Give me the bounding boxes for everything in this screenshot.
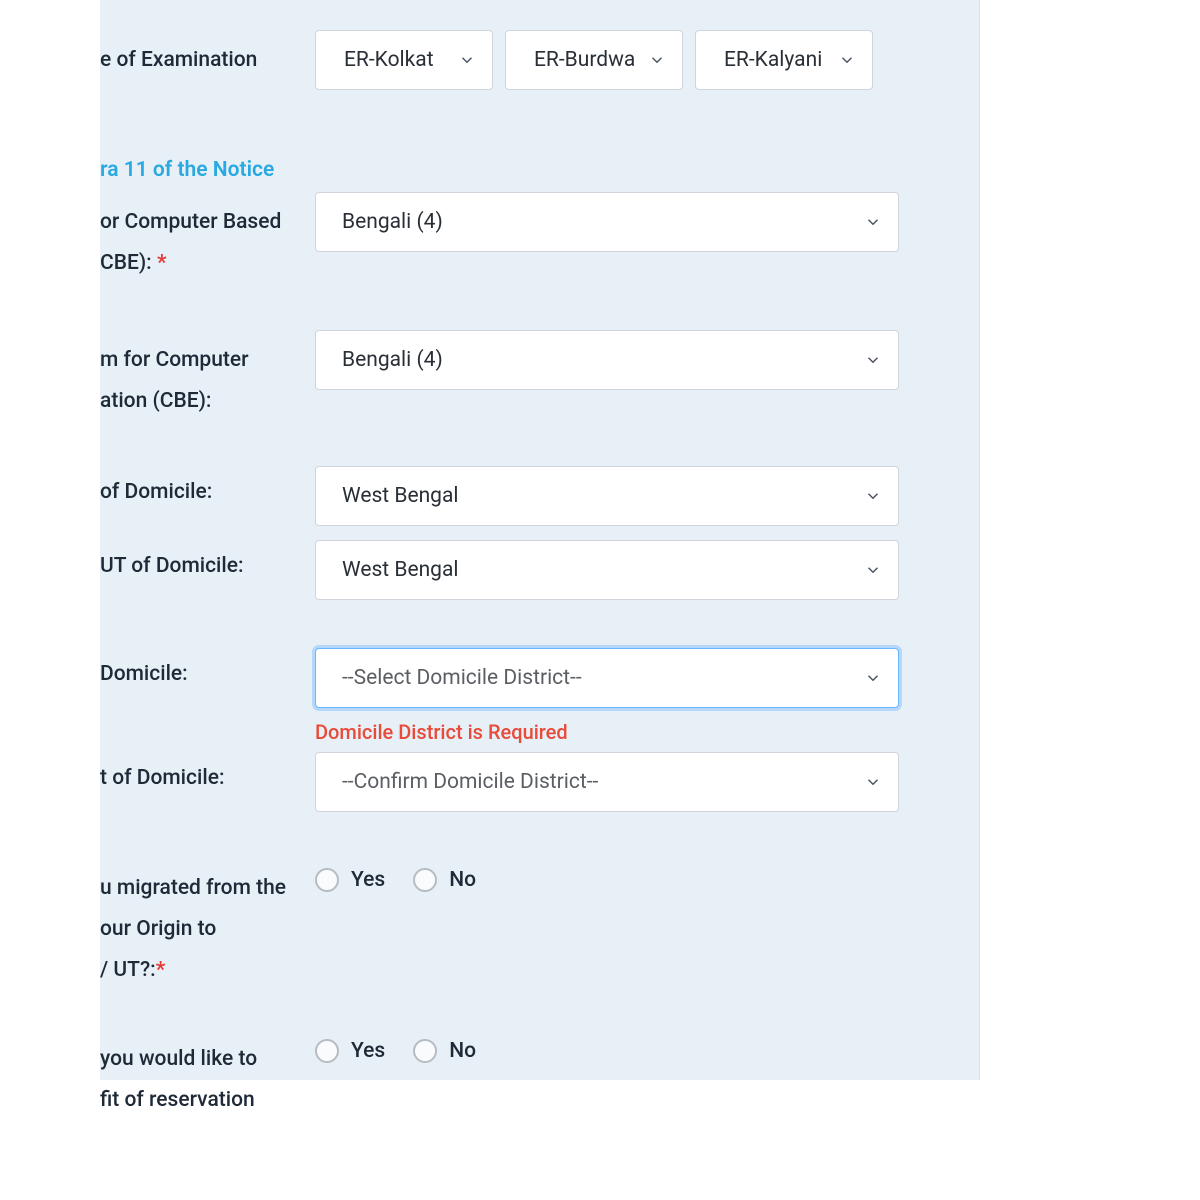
- migrated-row: u migrated from the our Origin to / UT?:…: [100, 858, 899, 991]
- reservation-radios: Yes No: [315, 1029, 899, 1063]
- cbe-confirm-field: Bengali (4): [315, 330, 899, 390]
- domicile-district-error: Domicile District is Required: [315, 720, 899, 744]
- cbe-medium-label: or Computer Based CBE): *: [100, 192, 315, 284]
- notice-link[interactable]: ra 11 of the Notice: [100, 158, 899, 182]
- cbe-medium-select[interactable]: Bengali (4): [315, 192, 899, 252]
- exam-centre-fields: ER-Kolkat ER-Burdwa ER-Kalyani: [315, 30, 899, 90]
- exam-centre-row: e of Examination ER-Kolkat ER-Burdwa ER-…: [100, 30, 899, 90]
- domicile-district-placeholder: --Select Domicile District--: [342, 666, 582, 690]
- domicile-state-label: of Domicile:: [100, 466, 315, 513]
- migrated-no-radio[interactable]: No: [413, 868, 476, 892]
- chevron-down-icon: [864, 669, 882, 687]
- exam-centre-select-1[interactable]: ER-Kolkat: [315, 30, 493, 90]
- cbe-confirm-select[interactable]: Bengali (4): [315, 330, 899, 390]
- cbe-medium-value: Bengali (4): [342, 210, 443, 234]
- reservation-label-l1: you would like to: [100, 1047, 257, 1071]
- exam-centre-value-3: ER-Kalyani: [724, 48, 822, 72]
- migrated-label-l1: u migrated from the: [100, 876, 286, 900]
- cbe-confirm-label: m for Computer ation (CBE):: [100, 330, 315, 422]
- cbe-medium-row: or Computer Based CBE): * Bengali (4): [100, 192, 899, 284]
- migrated-label-l2: our Origin to: [100, 917, 216, 941]
- chevron-down-icon: [864, 487, 882, 505]
- reservation-no-radio[interactable]: No: [413, 1039, 476, 1063]
- required-star: *: [156, 958, 166, 982]
- migrated-no-label: No: [449, 868, 476, 892]
- exam-centre-value-1: ER-Kolkat: [344, 48, 434, 72]
- radio-icon: [413, 1039, 437, 1063]
- chevron-down-icon: [864, 351, 882, 369]
- domicile-district-confirm-row: t of Domicile: --Confirm Domicile Distri…: [100, 752, 899, 812]
- cbe-confirm-row: m for Computer ation (CBE): Bengali (4): [100, 330, 899, 422]
- required-star: *: [157, 251, 167, 275]
- domicile-district-select[interactable]: --Select Domicile District--: [315, 648, 899, 708]
- reservation-yes-label: Yes: [351, 1039, 385, 1063]
- migrated-field: Yes No: [315, 858, 899, 892]
- domicile-state-confirm-value: West Bengal: [342, 558, 459, 582]
- cbe-medium-field: Bengali (4): [315, 192, 899, 252]
- domicile-district-confirm-field: --Confirm Domicile District--: [315, 752, 899, 812]
- domicile-state-field: West Bengal: [315, 466, 899, 526]
- domicile-state-row: of Domicile: West Bengal: [100, 466, 899, 526]
- migrated-label-l3: / UT?:: [100, 958, 156, 982]
- exam-centre-select-2[interactable]: ER-Burdwa: [505, 30, 683, 90]
- chevron-down-icon: [648, 51, 666, 69]
- domicile-district-row: Domicile: --Select Domicile District-- D…: [100, 648, 899, 744]
- domicile-district-confirm-placeholder: --Confirm Domicile District--: [342, 770, 598, 794]
- domicile-district-confirm-select[interactable]: --Confirm Domicile District--: [315, 752, 899, 812]
- form-panel: e of Examination ER-Kolkat ER-Burdwa ER-…: [100, 0, 980, 1080]
- chevron-down-icon: [864, 213, 882, 231]
- cbe-confirm-label-l1: m for Computer: [100, 348, 249, 372]
- domicile-state-confirm-select[interactable]: West Bengal: [315, 540, 899, 600]
- reservation-no-label: No: [449, 1039, 476, 1063]
- migrated-label: u migrated from the our Origin to / UT?:…: [100, 858, 315, 991]
- exam-centre-label: e of Examination: [100, 30, 315, 81]
- reservation-row: you would like to fit of reservation Yes…: [100, 1029, 899, 1121]
- domicile-district-field: --Select Domicile District-- Domicile Di…: [315, 648, 899, 744]
- domicile-state-select[interactable]: West Bengal: [315, 466, 899, 526]
- reservation-field: Yes No: [315, 1029, 899, 1063]
- chevron-down-icon: [838, 51, 856, 69]
- domicile-state-confirm-label: UT of Domicile:: [100, 540, 315, 587]
- domicile-state-confirm-field: West Bengal: [315, 540, 899, 600]
- migrated-yes-label: Yes: [351, 868, 385, 892]
- domicile-state-confirm-row: UT of Domicile: West Bengal: [100, 540, 899, 600]
- cbe-medium-label-l2: CBE):: [100, 251, 157, 275]
- cbe-confirm-label-l2: ation (CBE):: [100, 389, 211, 413]
- exam-centre-select-3[interactable]: ER-Kalyani: [695, 30, 873, 90]
- cbe-medium-label-l1: or Computer Based: [100, 210, 281, 234]
- radio-icon: [315, 868, 339, 892]
- reservation-label-l2: fit of reservation: [100, 1088, 255, 1112]
- chevron-down-icon: [864, 561, 882, 579]
- reservation-label: you would like to fit of reservation: [100, 1029, 315, 1121]
- migrated-yes-radio[interactable]: Yes: [315, 868, 385, 892]
- migrated-radios: Yes No: [315, 858, 899, 892]
- exam-centre-value-2: ER-Burdwa: [534, 48, 635, 72]
- radio-icon: [413, 868, 437, 892]
- cbe-confirm-value: Bengali (4): [342, 348, 443, 372]
- chevron-down-icon: [458, 51, 476, 69]
- reservation-yes-radio[interactable]: Yes: [315, 1039, 385, 1063]
- chevron-down-icon: [864, 773, 882, 791]
- domicile-state-value: West Bengal: [342, 484, 459, 508]
- radio-icon: [315, 1039, 339, 1063]
- domicile-district-label: Domicile:: [100, 648, 315, 695]
- domicile-district-confirm-label: t of Domicile:: [100, 752, 315, 799]
